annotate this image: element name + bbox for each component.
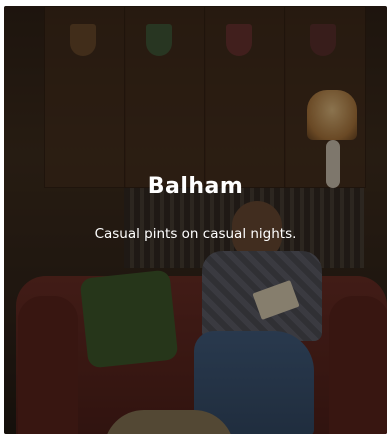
- card-title: Balham: [147, 174, 244, 199]
- card-subtitle: Casual pints on casual nights.: [94, 226, 297, 242]
- dark-overlay: [4, 6, 387, 434]
- neighbourhood-card[interactable]: Balham Casual pints on casual nights.: [4, 6, 387, 434]
